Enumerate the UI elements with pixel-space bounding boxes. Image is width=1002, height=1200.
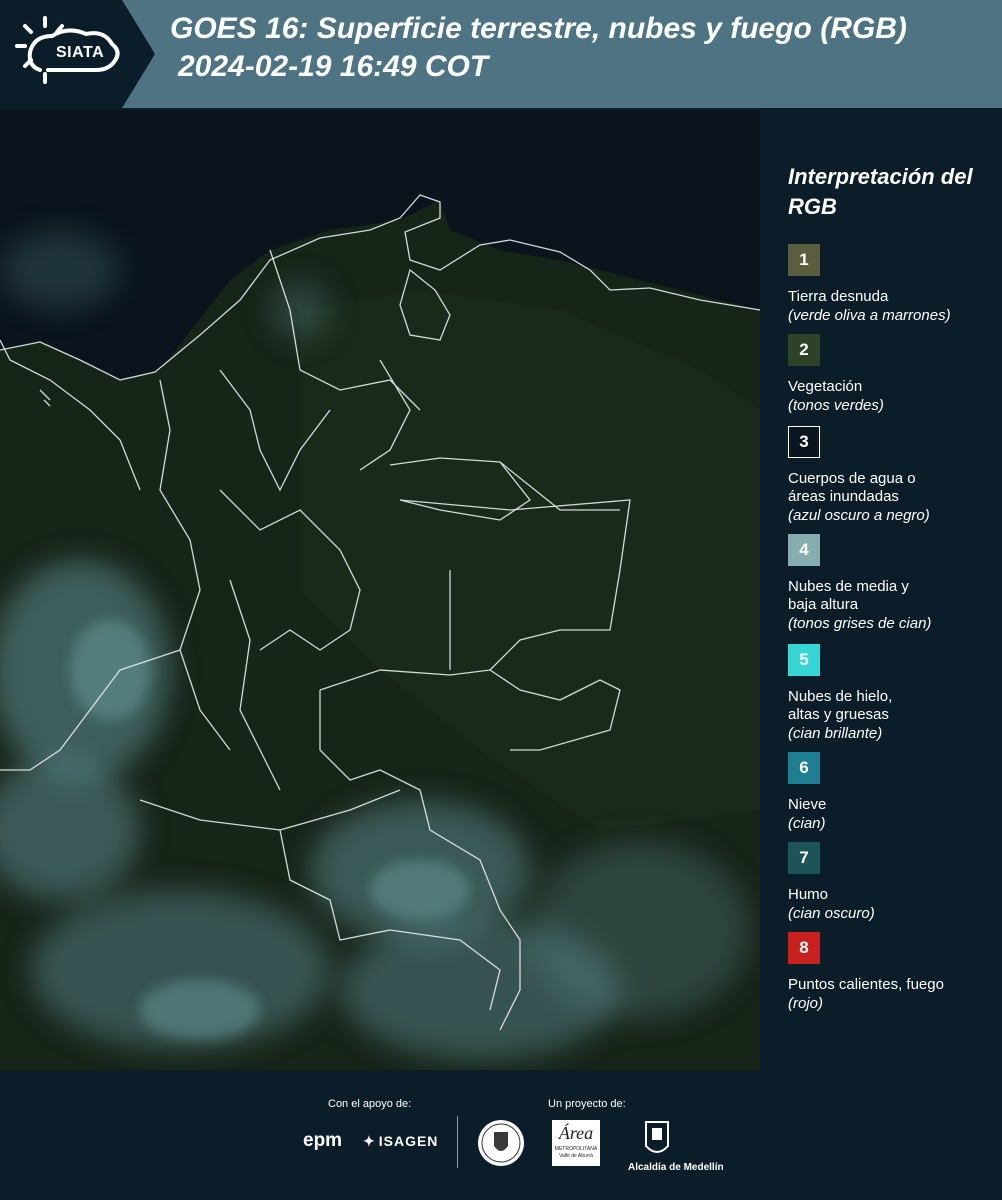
- siata-logo-text: SIATA: [56, 44, 105, 61]
- legend-item-snow: 6 Nieve (cian): [788, 752, 998, 834]
- title-line-1: GOES 16: Superficie terrestre, nubes y f…: [170, 12, 907, 45]
- legend-item-description: (cian brillante): [788, 725, 883, 742]
- legend-swatch: 6: [788, 752, 820, 784]
- medellin-seal-icon: [478, 1120, 524, 1166]
- legend-swatch: 3: [788, 426, 820, 458]
- legend-swatch: 1: [788, 244, 820, 276]
- legend-title: Interpretación del RGB: [788, 164, 973, 219]
- legend-item-ice-clouds: 5 Nubes de hielo, altas y gruesas (cian …: [788, 644, 998, 744]
- isagen-logo-text: ISAGEN: [378, 1133, 439, 1149]
- legend-item-description: (rojo): [788, 995, 824, 1012]
- satellite-image: [0, 110, 760, 1070]
- legend-item-low-clouds: 4 Nubes de media y baja altura (tonos gr…: [788, 534, 998, 634]
- support-label: Con el apoyo de:: [328, 1098, 412, 1110]
- isagen-logo: ✦ ISAGEN: [363, 1133, 438, 1150]
- legend-item-label: Humo: [788, 886, 829, 903]
- alcaldia-shield-icon: [645, 1121, 669, 1153]
- legend-item-smoke: 7 Humo (cian oscuro): [788, 842, 998, 924]
- alcaldia-logo-text: Alcaldía de Medellín: [628, 1162, 724, 1173]
- legend-item-label: Cuerpos de agua o áreas inundadas: [788, 470, 916, 505]
- legend-item-description: (cian oscuro): [788, 905, 875, 922]
- area-logo-subtitle: METROPOLITANA Valle de Aburrá: [554, 1146, 598, 1159]
- legend-item-water: 3 Cuerpos de agua o áreas inundadas (azu…: [788, 426, 998, 526]
- legend-swatch: 8: [788, 932, 820, 964]
- legend-panel: Interpretación del RGB 1 Tierra desnuda …: [760, 110, 1002, 1070]
- legend-item-fire: 8 Puntos calientes, fuego (rojo): [788, 932, 998, 1014]
- legend-item-bare-soil: 1 Tierra desnuda (verde oliva a marrones…: [788, 244, 998, 326]
- legend-item-label: Vegetación: [788, 378, 863, 395]
- legend-item-description: (cian): [788, 815, 826, 832]
- title-line-2: 2024-02-19 16:49 COT: [178, 50, 489, 83]
- legend-item-description: (verde oliva a marrones): [788, 307, 951, 324]
- area-logo-name: Área: [558, 1123, 594, 1143]
- project-label: Un proyecto de:: [548, 1098, 626, 1110]
- legend-item-label: Tierra desnuda: [788, 288, 889, 305]
- legend-item-description: (tonos verdes): [788, 397, 884, 414]
- footer-divider: [457, 1116, 458, 1168]
- siata-logo: SIATA: [0, 0, 160, 108]
- legend-item-label: Nubes de hielo, altas y gruesas: [788, 688, 893, 723]
- header-bar: SIATA GOES 16: Superficie terrestre, nub…: [0, 0, 1002, 108]
- legend-item-description: (tonos grises de cian): [788, 615, 932, 632]
- legend-swatch: 2: [788, 334, 820, 366]
- isagen-mark-icon: ✦: [363, 1133, 376, 1149]
- legend-swatch: 5: [788, 644, 820, 676]
- legend-item-vegetation: 2 Vegetación (tonos verdes): [788, 334, 998, 416]
- legend-item-description: (azul oscuro a negro): [788, 507, 930, 524]
- legend-swatch: 7: [788, 842, 820, 874]
- page-title: GOES 16: Superficie terrestre, nubes y f…: [170, 10, 907, 86]
- legend-swatch: 4: [788, 534, 820, 566]
- satellite-map: [0, 110, 760, 1070]
- legend-item-label: Nubes de media y baja altura: [788, 578, 909, 613]
- footer: Con el apoyo de: Un proyecto de: epm ✦ IS…: [0, 1070, 1002, 1200]
- area-metropolitana-logo: Área METROPOLITANA Valle de Aburrá: [552, 1120, 600, 1166]
- epm-logo: epm: [303, 1130, 343, 1151]
- legend-item-label: Nieve: [788, 796, 827, 813]
- legend-item-label: Puntos calientes, fuego: [788, 976, 944, 993]
